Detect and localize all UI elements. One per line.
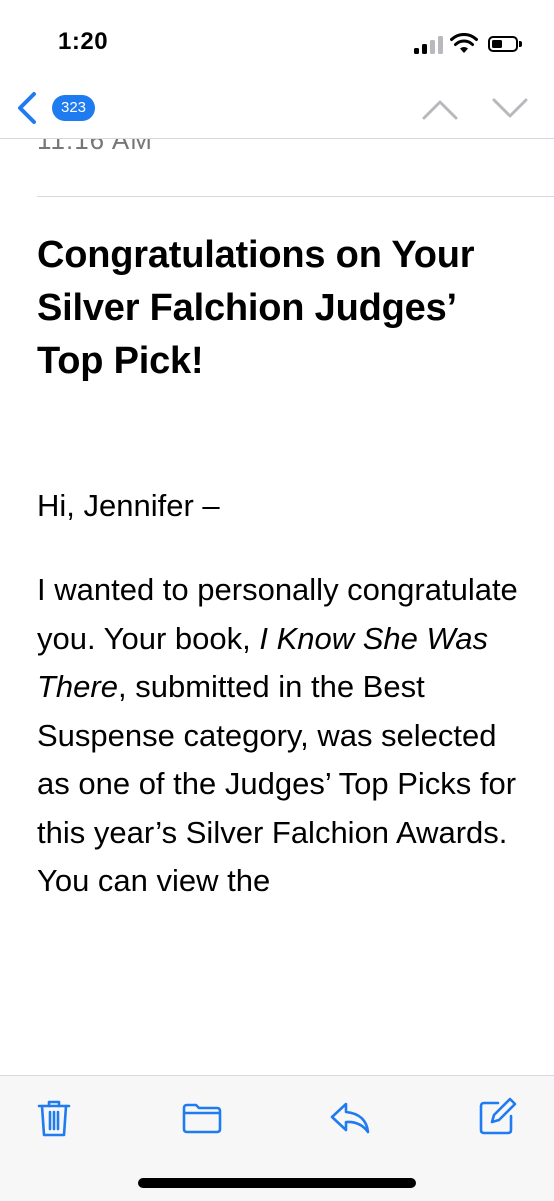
trash-icon[interactable] (32, 1096, 76, 1140)
status-time: 1:20 (58, 28, 109, 55)
email-date: 11:16 AM (37, 139, 153, 155)
email-subject: Congratulations on Your Silver Falchion … (37, 234, 475, 382)
chevron-down-icon[interactable] (490, 92, 530, 126)
home-indicator[interactable] (138, 1178, 416, 1188)
chevron-up-icon[interactable] (420, 92, 460, 126)
wifi-icon (450, 33, 478, 53)
mail-nav-bar: 323 (0, 80, 554, 139)
header-divider (37, 196, 554, 197)
email-body: I wanted to personally congratulate you.… (37, 566, 537, 906)
cellular-signal-icon (414, 36, 444, 54)
email-greeting: Hi, Jennifer – (37, 488, 220, 523)
status-bar: 1:20 (0, 0, 554, 80)
email-content[interactable]: 11:16 AM Congratulations on Your Silver … (0, 139, 554, 1075)
unread-count-badge[interactable]: 323 (52, 95, 96, 121)
battery-icon (488, 36, 524, 54)
chevron-left-icon[interactable] (10, 88, 50, 128)
folder-icon[interactable] (180, 1096, 224, 1140)
compose-icon[interactable] (474, 1096, 518, 1140)
reply-icon[interactable] (328, 1096, 372, 1140)
